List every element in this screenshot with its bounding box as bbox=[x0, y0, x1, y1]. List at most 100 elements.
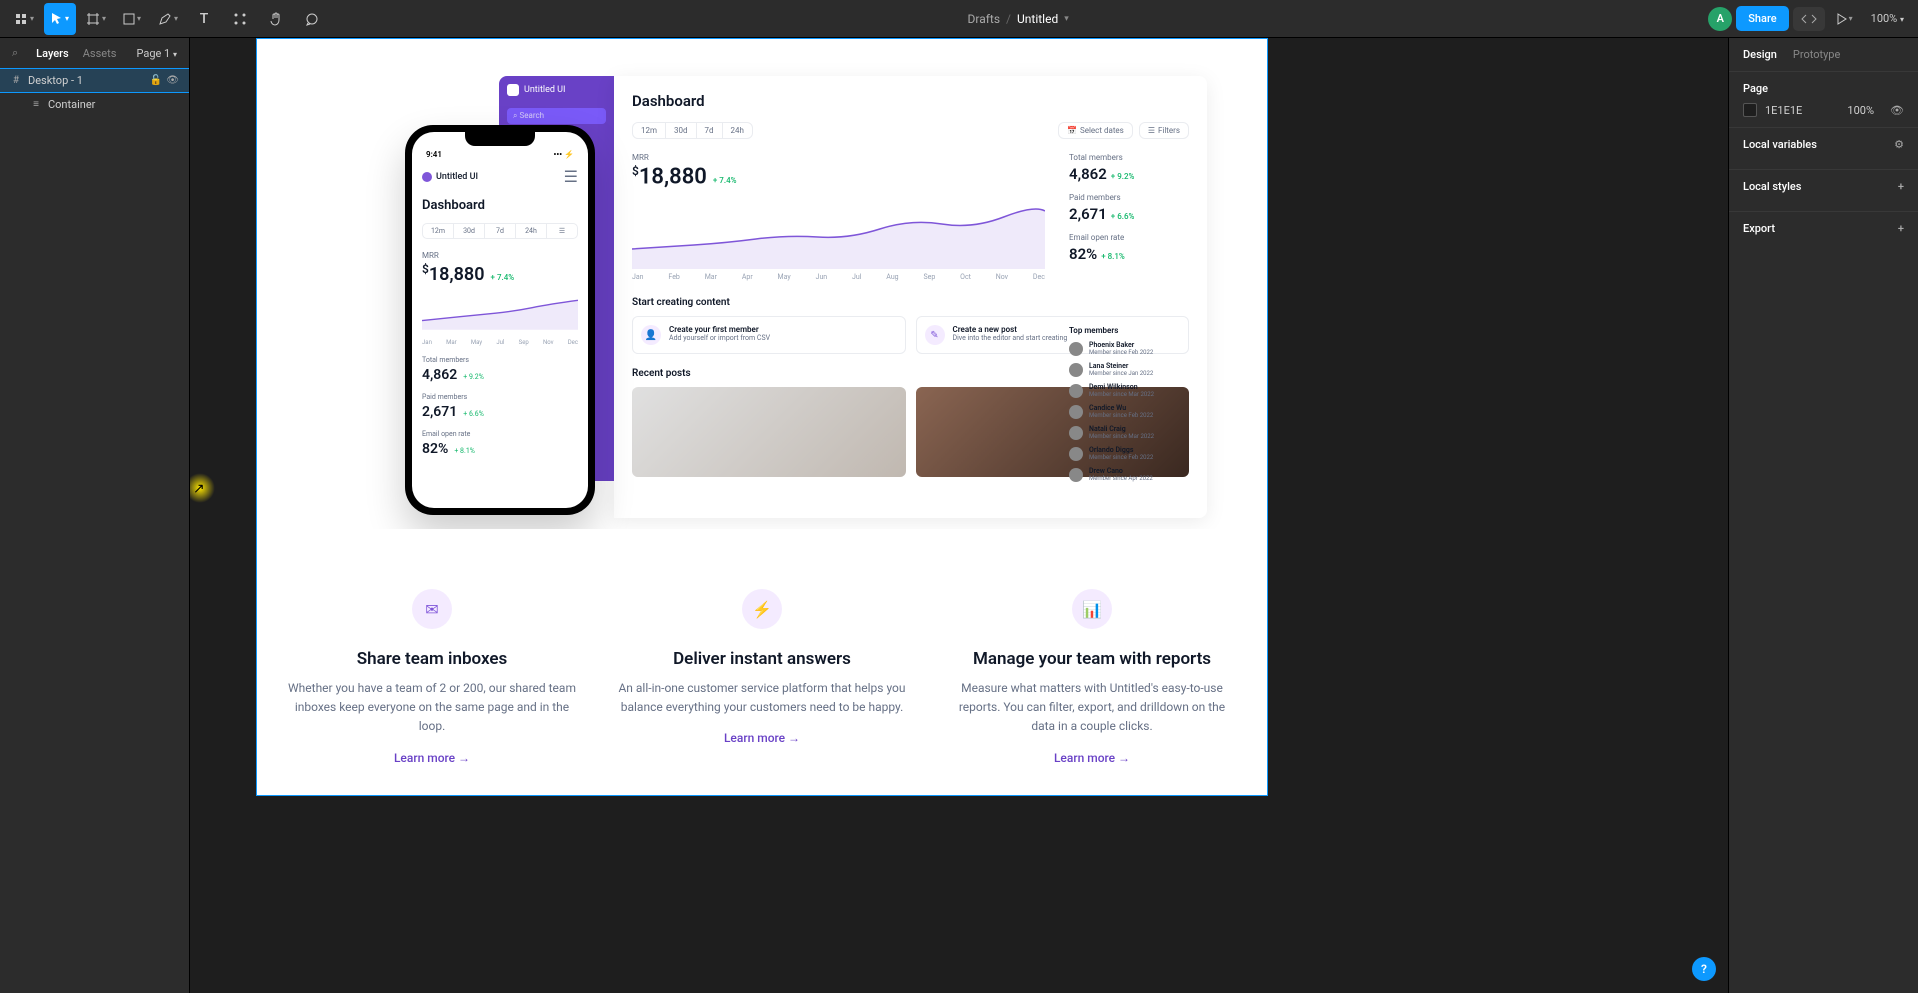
feature-desc: An all-in-one customer service platform … bbox=[617, 679, 907, 717]
top-members-section: Top members Phoenix BakerMember since Fe… bbox=[1069, 326, 1189, 488]
avatar[interactable]: A bbox=[1708, 7, 1732, 31]
member-row[interactable]: Lana SteinerMember since Jan 2022 bbox=[1069, 362, 1189, 377]
share-button[interactable]: Share bbox=[1736, 6, 1788, 31]
member-row[interactable]: Phoenix BakerMember since Feb 2022 bbox=[1069, 341, 1189, 356]
tab-assets[interactable]: Assets bbox=[83, 47, 117, 60]
frame-icon: # bbox=[10, 75, 22, 86]
start-creating-heading: Start creating content bbox=[632, 297, 1189, 308]
visibility-icon[interactable]: 👁 bbox=[1890, 104, 1904, 117]
pen-tool[interactable]: ▾ bbox=[152, 3, 184, 35]
select-dates-button[interactable]: 📅 Select dates bbox=[1058, 122, 1133, 139]
mrr-label: MRR bbox=[632, 153, 1045, 162]
present-button[interactable]: ▾ bbox=[1829, 3, 1861, 35]
features-section: ✉ Share team inboxes Whether you have a … bbox=[257, 529, 1267, 795]
learn-more-link[interactable]: Learn more → bbox=[287, 751, 577, 765]
main-menu-button[interactable]: ▾ bbox=[8, 3, 40, 35]
breadcrumb-parent: Drafts bbox=[968, 12, 1001, 26]
member-row[interactable]: Natali CraigMember since Mar 2022 bbox=[1069, 425, 1189, 440]
text-tool[interactable]: T bbox=[188, 3, 220, 35]
member-row[interactable]: Demi WilkinsonMember since Mar 2022 bbox=[1069, 383, 1189, 398]
breadcrumb[interactable]: Drafts / Untitled ▾ bbox=[968, 12, 1069, 26]
visibility-icon[interactable]: 👁 bbox=[166, 75, 179, 86]
feature-title: Deliver instant answers bbox=[617, 649, 907, 669]
seg-7d[interactable]: 7d bbox=[697, 123, 723, 138]
dashboard-title: Dashboard bbox=[632, 92, 1189, 110]
page-background-row[interactable]: 1E1E1E 100% 👁 bbox=[1743, 103, 1904, 117]
feature-answers: ⚡ Deliver instant answers An all-in-one … bbox=[617, 589, 907, 765]
breadcrumb-current: Untitled bbox=[1017, 12, 1058, 26]
hero-section: Untitled UI ⌕ Search Dashboard 12m 30d 7… bbox=[257, 39, 1267, 529]
add-icon[interactable]: + bbox=[1898, 180, 1904, 193]
frame-tool[interactable]: ▾ bbox=[80, 3, 112, 35]
filters-button[interactable]: ☰ Filters bbox=[1139, 122, 1189, 139]
chart-x-labels: JanFebMarAprMayJunJulAugSepOctNovDec bbox=[632, 273, 1045, 281]
member-row[interactable]: Drew CanoMember since Apr 2022 bbox=[1069, 467, 1189, 482]
move-tool[interactable]: ▾ bbox=[44, 3, 76, 35]
layer-row-container[interactable]: ≡ Container bbox=[0, 93, 189, 116]
member-row[interactable]: Candice WuMember since Feb 2022 bbox=[1069, 404, 1189, 419]
mail-icon: ✉ bbox=[412, 589, 452, 629]
cursor-highlight bbox=[190, 473, 215, 503]
app-logo: Untitled UI bbox=[507, 84, 606, 96]
bar-chart-icon: 📊 bbox=[1072, 589, 1112, 629]
shape-tool[interactable]: ▾ bbox=[116, 3, 148, 35]
phone-chart-labels: JanMarMayJulSepNovDec bbox=[422, 339, 578, 346]
seg-12m[interactable]: 12m bbox=[633, 123, 666, 138]
recent-post-image[interactable] bbox=[632, 387, 906, 477]
settings-icon[interactable]: ⚙ bbox=[1894, 138, 1904, 151]
zoom-dropdown[interactable]: 100% ▾ bbox=[1865, 12, 1910, 25]
comment-tool[interactable] bbox=[296, 3, 328, 35]
phone-status-bar: 9:41••• ⚡ bbox=[422, 150, 578, 159]
local-styles-label: Local styles bbox=[1743, 180, 1801, 193]
top-members-heading: Top members bbox=[1069, 326, 1189, 335]
tab-prototype[interactable]: Prototype bbox=[1793, 48, 1840, 61]
page-selector[interactable]: Page 1 ▾ bbox=[136, 47, 177, 60]
search-icon[interactable]: ⌕ bbox=[12, 46, 18, 60]
phone-mrr-metric: MRR $18,880+ 7.4% bbox=[422, 251, 578, 285]
design-frame[interactable]: Untitled UI ⌕ Search Dashboard 12m 30d 7… bbox=[256, 38, 1268, 796]
mrr-chart bbox=[632, 199, 1045, 269]
resources-tool[interactable] bbox=[224, 3, 256, 35]
phone-time-segment: 12m 30d 7d 24h ☰ bbox=[422, 223, 578, 239]
hand-tool[interactable] bbox=[260, 3, 292, 35]
feature-inboxes: ✉ Share team inboxes Whether you have a … bbox=[287, 589, 577, 765]
hamburger-icon[interactable]: ☰ bbox=[564, 167, 578, 186]
breadcrumb-separator: / bbox=[1006, 12, 1011, 26]
canvas[interactable]: Untitled UI ⌕ Search Dashboard 12m 30d 7… bbox=[190, 38, 1728, 993]
seg-24h[interactable]: 24h bbox=[723, 123, 752, 138]
learn-more-link[interactable]: Learn more → bbox=[617, 731, 907, 745]
seg-30d[interactable]: 30d bbox=[666, 123, 697, 138]
feature-title: Manage your team with reports bbox=[947, 649, 1237, 669]
add-icon[interactable]: + bbox=[1898, 222, 1904, 235]
color-swatch[interactable] bbox=[1743, 103, 1757, 117]
mrr-value: $18,880+ 7.4% bbox=[632, 164, 1045, 189]
feature-desc: Measure what matters with Untitled's eas… bbox=[947, 679, 1237, 737]
layer-row-frame[interactable]: # Desktop - 1 🔓👁 bbox=[0, 68, 189, 93]
create-member-card[interactable]: 👤Create your first memberAdd yourself or… bbox=[632, 316, 906, 354]
phone-notch bbox=[465, 132, 535, 146]
learn-more-link[interactable]: Learn more → bbox=[947, 751, 1237, 765]
dev-mode-button[interactable] bbox=[1793, 7, 1825, 31]
time-segment: 12m 30d 7d 24h bbox=[632, 122, 753, 139]
search-input-mockup: ⌕ Search bbox=[507, 108, 606, 124]
zap-icon: ⚡ bbox=[742, 589, 782, 629]
feature-desc: Whether you have a team of 2 or 200, our… bbox=[287, 679, 577, 737]
phone-chart bbox=[422, 293, 578, 333]
filter-icon[interactable]: ☰ bbox=[547, 224, 577, 238]
unlock-icon[interactable]: 🔓 bbox=[150, 75, 162, 86]
export-label: Export bbox=[1743, 222, 1775, 235]
phone-stat-total: Total members4,862+ 9.2% bbox=[422, 356, 578, 383]
color-hex[interactable]: 1E1E1E bbox=[1765, 104, 1802, 117]
chevron-down-icon[interactable]: ▾ bbox=[1064, 14, 1069, 24]
toolbar: ▾ ▾ ▾ ▾ ▾ T Drafts / Untitled ▾ A Share … bbox=[0, 0, 1918, 38]
color-opacity[interactable]: 100% bbox=[1847, 104, 1874, 117]
help-button[interactable]: ? bbox=[1692, 957, 1716, 981]
edit-icon: ✎ bbox=[925, 325, 945, 345]
tab-design[interactable]: Design bbox=[1743, 48, 1777, 61]
right-panel: Design Prototype Page 1E1E1E 100% 👁 Loca… bbox=[1728, 38, 1918, 993]
stat-total-members: Total members4,862 + 9.2% bbox=[1069, 153, 1189, 183]
feature-reports: 📊 Manage your team with reports Measure … bbox=[947, 589, 1237, 765]
member-row[interactable]: Orlando DiggsMember since Feb 2022 bbox=[1069, 446, 1189, 461]
phone-app-logo: Untitled UI bbox=[422, 172, 478, 182]
tab-layers[interactable]: Layers bbox=[36, 47, 69, 60]
